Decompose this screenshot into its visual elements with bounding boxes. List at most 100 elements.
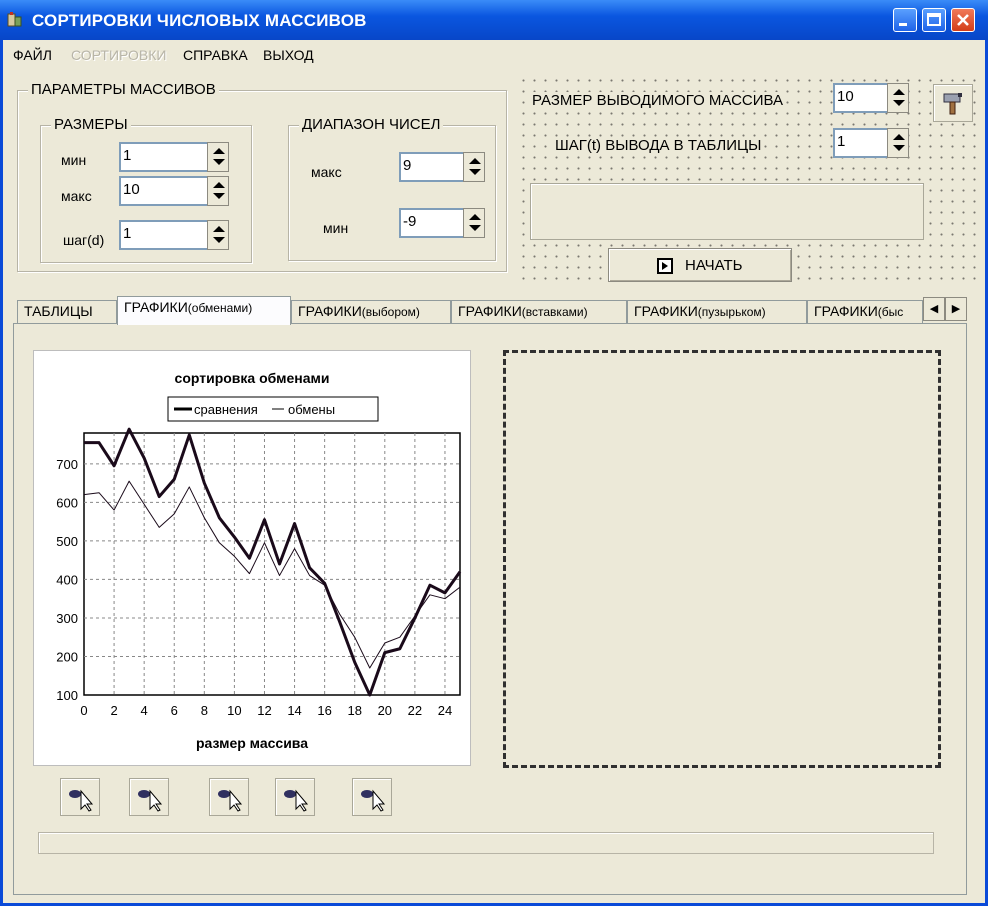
range-min-spinner[interactable]: -9 [399,208,485,238]
tab-tables[interactable]: ТАБЛИЦЫ [17,300,117,324]
app-icon [7,12,22,27]
down-arrow-icon[interactable] [469,169,481,175]
tab-charts-insertion[interactable]: ГРАФИКИ(вставками) [451,300,627,324]
up-arrow-icon[interactable] [469,214,481,220]
x-tick-label: 4 [141,703,148,718]
legend-label-comparisons: сравнения [194,402,258,417]
tab-charts-bubble[interactable]: ГРАФИКИ(пузырьком) [627,300,807,324]
x-tick-label: 8 [201,703,208,718]
x-tick-label: 22 [408,703,422,718]
title-bar[interactable]: СОРТИРОВКИ ЧИСЛОВЫХ МАССИВОВ [0,0,988,40]
up-arrow-icon[interactable] [213,148,225,154]
size-min-spinner[interactable]: 1 [119,142,229,172]
menu-help[interactable]: СПРАВКА [183,47,248,63]
minimize-icon [899,23,907,26]
spinner-buttons[interactable] [207,220,229,250]
up-arrow-icon[interactable] [469,158,481,164]
down-arrow-icon[interactable] [893,100,905,106]
maximize-button[interactable] [922,8,946,32]
x-tick-label: 18 [347,703,361,718]
x-tick-label: 0 [80,703,87,718]
chart-button-1[interactable] [60,778,100,816]
size-max-label: макс [61,188,92,204]
spinner-buttons[interactable] [463,152,485,182]
settings-hammer-icon [943,93,962,115]
down-arrow-icon[interactable] [213,193,225,199]
cursor-pointer-icon [361,789,386,812]
range-min-value: -9 [403,213,417,230]
up-arrow-icon[interactable] [213,226,225,232]
progress-bar [38,832,934,854]
chart-button-5[interactable] [352,778,392,816]
chart-button-3[interactable] [209,778,249,816]
down-arrow-icon[interactable] [213,159,225,165]
output-step-value: 1 [837,133,846,150]
array-params-group: ПАРАМЕТРЫ МАССИВОВ РАЗМЕРЫ мин 1 макс 10… [17,81,507,272]
down-arrow-icon[interactable] [469,225,481,231]
size-max-spinner[interactable]: 10 [119,176,229,206]
range-group: ДИАПАЗОН ЧИСЕЛ макс 9 мин -9 [288,116,496,261]
tab-label-sub: (вставками) [521,305,588,319]
menu-bar: ФАЙЛ СОРТИРОВКИ СПРАВКА ВЫХОД [3,40,985,70]
tab-tables-label: ТАБЛИЦЫ [24,303,93,319]
spinner-buttons[interactable] [207,176,229,206]
tab-charts-exchange[interactable]: ГРАФИКИ(обменами) [117,296,291,325]
x-tick-label: 6 [171,703,178,718]
output-size-label: РАЗМЕР ВЫВОДИМОГО МАССИВА [530,92,786,109]
y-tick-label: 100 [56,688,78,703]
up-arrow-icon[interactable] [893,89,905,95]
tab-label-sub: (быс [877,305,904,319]
drawing-area[interactable] [503,350,941,768]
legend-label-swaps: обмены [288,402,335,417]
minimize-button[interactable] [893,8,917,32]
menu-file[interactable]: ФАЙЛ [13,47,52,63]
tab-label-main: ГРАФИКИ [814,303,878,319]
cursor-pointer-icon [218,789,243,812]
play-icon [657,258,673,274]
output-size-value: 10 [837,88,854,105]
down-arrow-icon[interactable] [893,145,905,151]
down-arrow-icon[interactable] [213,237,225,243]
spinner-buttons[interactable] [887,83,909,113]
close-button[interactable] [951,8,975,32]
plot-area: 0 2 4 6 8 10 12 14 16 18 20 22 241002003004005006007… [56,427,462,718]
start-button-label: НАЧАТЬ [685,257,743,274]
tab-scroll: ◀ ▶ [923,297,967,321]
y-tick-label: 200 [56,649,78,664]
menu-sorts[interactable]: СОРТИРОВКИ [71,47,167,63]
tab-scroll-left[interactable]: ◀ [923,297,945,321]
close-icon [957,14,969,26]
maximize-icon [927,13,941,26]
range-max-spinner[interactable]: 9 [399,152,485,182]
start-button[interactable]: НАЧАТЬ [608,248,792,282]
y-tick-label: 500 [56,534,78,549]
size-min-value: 1 [123,147,132,164]
size-min-label: мин [61,152,87,168]
tab-label-sub: (обменами) [187,301,253,315]
chart-button-4[interactable] [275,778,315,816]
range-max-label: макс [311,164,342,180]
chart-button-2[interactable] [129,778,169,816]
up-arrow-icon[interactable] [213,182,225,188]
output-size-spinner[interactable]: 10 [833,83,909,113]
spinner-buttons[interactable] [463,208,485,238]
sizes-group: РАЗМЕРЫ мин 1 макс 10 шаг(d) 1 [40,116,252,263]
size-step-spinner[interactable]: 1 [119,220,229,250]
x-tick-label: 24 [438,703,452,718]
x-tick-label: 20 [378,703,392,718]
cursor-pointer-icon [138,789,163,812]
tab-scroll-right[interactable]: ▶ [945,297,967,321]
x-tick-label: 16 [317,703,331,718]
tab-charts-quick[interactable]: ГРАФИКИ(быс [807,300,923,324]
output-step-label: ШАГ(t) ВЫВОДА В ТАБЛИЦЫ [553,137,764,154]
up-arrow-icon[interactable] [893,134,905,140]
tab-charts-selection[interactable]: ГРАФИКИ(выбором) [291,300,451,324]
settings-button[interactable] [933,84,973,122]
spinner-buttons[interactable] [207,142,229,172]
x-tick-label: 12 [257,703,271,718]
status-panel [530,183,924,240]
spinner-buttons[interactable] [887,128,909,158]
menu-exit[interactable]: ВЫХОД [263,47,314,63]
chart-legend: сравнения обмены [167,396,379,422]
output-step-spinner[interactable]: 1 [833,128,909,158]
